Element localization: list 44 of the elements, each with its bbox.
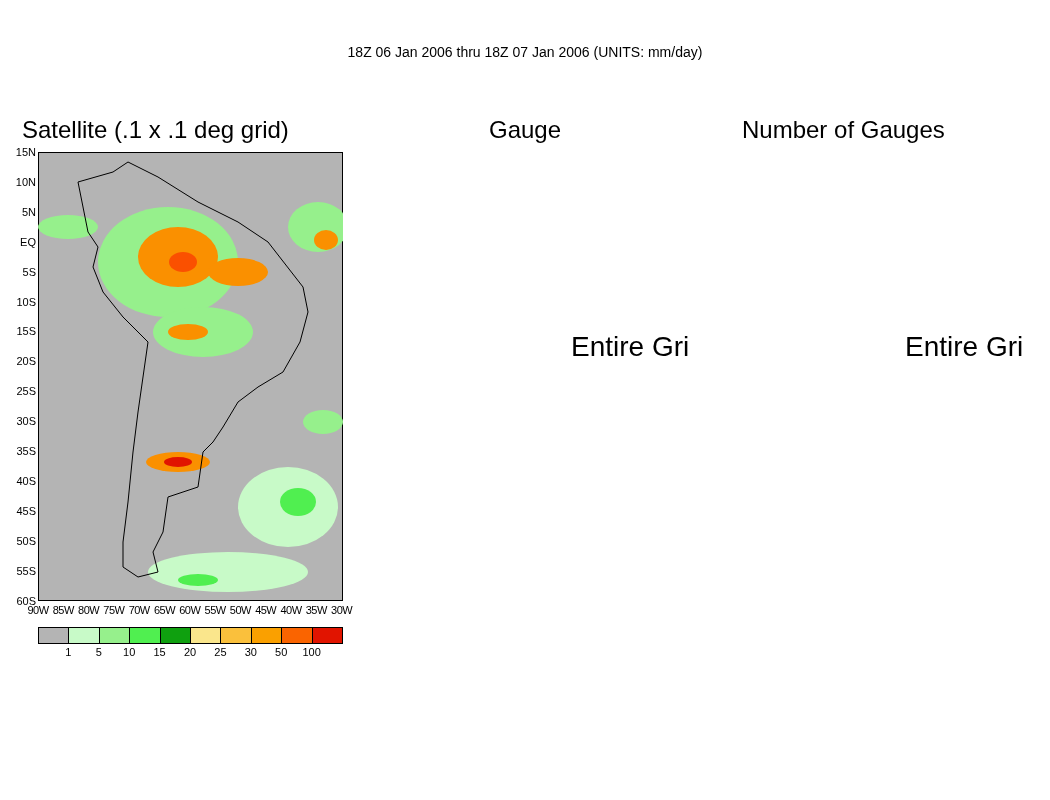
longitude-label: 65W bbox=[152, 604, 177, 616]
legend-label: 1 bbox=[64, 646, 73, 658]
latitude-label: 60S bbox=[15, 594, 36, 607]
legend-label: 20 bbox=[182, 646, 198, 658]
latitude-label: 10N bbox=[14, 175, 36, 188]
legend-label: 100 bbox=[301, 646, 322, 658]
panel-title: Gauge bbox=[489, 115, 562, 145]
longitude-label: 35W bbox=[304, 604, 329, 616]
latitude-label: 15N bbox=[14, 146, 36, 158]
longitude-label: 85W bbox=[51, 604, 76, 616]
longitude-label: 45W bbox=[254, 604, 278, 616]
longitude-label: 75W bbox=[102, 604, 126, 616]
longitude-label: 30W bbox=[330, 604, 354, 616]
latitude-label: 20S bbox=[15, 355, 36, 368]
legend-label: 30 bbox=[243, 646, 258, 658]
longitude-label: 70W bbox=[127, 604, 151, 616]
longitude-label: 50W bbox=[228, 604, 253, 616]
chart-header: 18Z 06 Jan 2006 thru 18Z 07 Jan 2006 (UNITS: mm/day) bbox=[346, 43, 704, 61]
latitude-label: 10S bbox=[15, 295, 36, 308]
latitude-label: 25S bbox=[15, 385, 36, 398]
legend-label: 50 bbox=[274, 646, 289, 658]
latitude-label: 35S bbox=[15, 445, 36, 457]
latitude-label: 15S bbox=[15, 325, 36, 338]
panel-title: Number of Gauges bbox=[742, 115, 945, 145]
legend-label: 15 bbox=[152, 646, 167, 658]
latitude-label: 50S bbox=[15, 534, 36, 547]
panel-title: Satellite (.1 x .1 deg grid) bbox=[22, 115, 289, 145]
legend-label: 5 bbox=[94, 646, 103, 658]
longitude-label: 60W bbox=[178, 604, 202, 616]
legend-label: 25 bbox=[213, 646, 228, 658]
longitude-label: 80W bbox=[77, 604, 101, 616]
no-data-message: Entire Gri bbox=[905, 330, 1024, 364]
longitude-label: 40W bbox=[279, 604, 303, 616]
no-data-message: Entire Gri bbox=[571, 330, 690, 364]
longitude-label: 90W bbox=[27, 604, 50, 616]
latitude-label: 5N bbox=[20, 205, 36, 218]
latitude-label: 40S bbox=[15, 474, 36, 487]
legend-label: 10 bbox=[122, 646, 137, 658]
latitude-label: EQ bbox=[19, 235, 36, 248]
latitude-label: 45S bbox=[15, 504, 36, 517]
latitude-label: 5S bbox=[21, 265, 36, 278]
latitude-label: 30S bbox=[15, 415, 36, 428]
latitude-label: 55S bbox=[15, 564, 36, 577]
longitude-label: 55W bbox=[203, 604, 227, 616]
